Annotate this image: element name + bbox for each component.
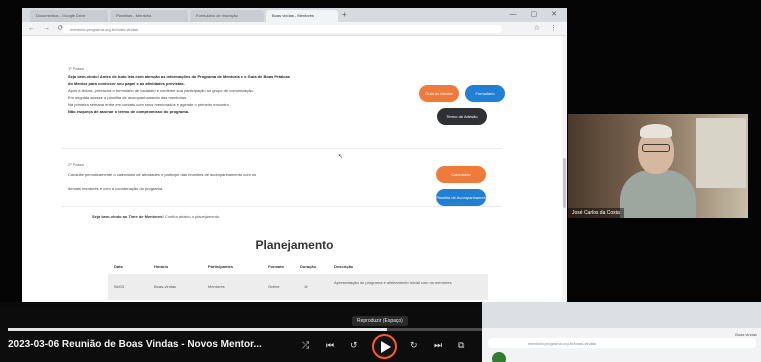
secondary-screen-preview: Boas vindas mentoria.programa.org.br/boa… bbox=[482, 302, 761, 362]
planning-heading: Planejamento bbox=[255, 238, 334, 252]
mouse-cursor-icon: ↖ bbox=[338, 154, 344, 160]
section-text: do Mentor para conhecer seu papel e as a… bbox=[68, 81, 185, 86]
table-cell: 06/03 bbox=[114, 284, 125, 289]
section-text: Após a leitura, preencha o formulário de… bbox=[68, 88, 254, 93]
section-text: Não esqueça de assinar o termo de compro… bbox=[68, 109, 190, 114]
previous-icon[interactable]: ⏮ bbox=[326, 339, 334, 351]
navigation-icons[interactable]: ← → ⟳ bbox=[28, 24, 67, 32]
mentor-guide-button[interactable]: Guia do Mentor bbox=[419, 85, 459, 102]
section-divider bbox=[62, 148, 502, 149]
calendar-button[interactable]: Calendário bbox=[436, 166, 486, 183]
table-header-cell: Descrição bbox=[334, 264, 354, 269]
preview-tab-bar bbox=[482, 302, 761, 328]
table-header-cell: Duração bbox=[300, 264, 317, 269]
section-title: 1º Passo bbox=[68, 66, 84, 71]
section-text: Em seguida acesse a planilha de acompanh… bbox=[68, 95, 188, 100]
play-button[interactable] bbox=[372, 334, 397, 359]
section-text: Consulte periodicamente o calendário de … bbox=[68, 172, 257, 177]
table-cell: Mentores bbox=[208, 284, 225, 289]
form-button[interactable]: Formulário bbox=[465, 85, 505, 102]
forward-icon[interactable]: ↻ bbox=[410, 339, 418, 351]
table-cell: 1h bbox=[304, 284, 309, 289]
table-header-cell: Participantes bbox=[208, 264, 234, 269]
browser-tab-bar: Documentos - Google Drive Planilhas - Me… bbox=[22, 8, 567, 22]
table-header-cell: Horário bbox=[154, 264, 169, 269]
preview-tab: Boas vindas bbox=[735, 332, 757, 337]
browser-tab[interactable]: Formulário de Inscrição bbox=[190, 10, 264, 22]
agreement-term-button[interactable]: Termo de Adesão bbox=[437, 108, 487, 125]
shuffle-icon[interactable]: ⤮ bbox=[302, 339, 309, 351]
participant-video-tile: José Carlos da Costa bbox=[568, 114, 748, 218]
participant-body bbox=[620, 170, 696, 218]
page-scrollbar-thumb[interactable] bbox=[563, 158, 566, 208]
browser-tab-active[interactable]: Boas vindas - Mentores bbox=[266, 10, 338, 22]
play-tooltip: Reproduzir (Espaço) bbox=[352, 316, 408, 326]
shared-screen: Documentos - Google Drive Planilhas - Me… bbox=[22, 8, 567, 302]
play-icon bbox=[381, 341, 391, 353]
section-text: demais mentores e com a coordenação do p… bbox=[68, 186, 164, 191]
preview-site-logo-icon bbox=[492, 352, 506, 362]
meeting-recording-player: Documentos - Google Drive Planilhas - Me… bbox=[0, 0, 761, 362]
table-cell: Boas-vindas bbox=[154, 284, 177, 289]
participant-hair bbox=[640, 124, 672, 138]
url-input[interactable]: mentoria.programa.org.br/boas-vindas bbox=[62, 25, 502, 33]
browser-address-bar: ← → ⟳ mentoria.programa.org.br/boas-vind… bbox=[22, 22, 567, 36]
cast-icon[interactable]: ⧉ bbox=[458, 339, 464, 351]
welcome-subline-bold: Seja bem-vindo ao Time de Mentores! bbox=[92, 214, 164, 219]
section-divider bbox=[62, 206, 502, 207]
progress-track[interactable] bbox=[8, 328, 482, 331]
table-row: 06/03 Boas-vindas Mentores Online 1h Apr… bbox=[108, 274, 488, 300]
table-header-cell: Formato bbox=[268, 264, 284, 269]
table-header: Data Horário Participantes Formato Duraç… bbox=[108, 260, 488, 272]
table-cell: Apresentação do programa e alinhamento i… bbox=[334, 280, 452, 285]
rewind-icon[interactable]: ↺ bbox=[350, 339, 358, 351]
table-header-cell: Data bbox=[114, 264, 123, 269]
welcome-subline: Seja bem-vindo ao Time de Mentores! Conf… bbox=[92, 214, 220, 219]
video-window-light bbox=[696, 118, 746, 188]
participant-name: José Carlos da Costa bbox=[568, 208, 624, 218]
new-tab-icon[interactable]: + bbox=[342, 10, 347, 20]
participant-glasses bbox=[642, 144, 670, 152]
web-page: 1º Passo Seja bem-vindo! Antes de tudo l… bbox=[22, 36, 567, 302]
playback-bar: 2023-03-06 Reunião de Boas Vindas - Novo… bbox=[0, 302, 482, 362]
window-controls-icon[interactable]: — ▢ ✕ bbox=[510, 10, 563, 18]
next-icon[interactable]: ⏭ bbox=[434, 339, 442, 351]
section-text: Na primeira semana entre em contato com … bbox=[68, 102, 231, 107]
welcome-subline-rest: Confira abaixo o planejamento. bbox=[164, 214, 221, 219]
browser-tab[interactable]: Documentos - Google Drive bbox=[30, 10, 108, 22]
progress-fill bbox=[8, 328, 388, 331]
tracking-sheet-button[interactable]: Planilha de Acompanhamento bbox=[436, 189, 486, 206]
bookmark-menu-icons[interactable]: ☆ ⋮ bbox=[534, 24, 561, 32]
section-title: 2º Passo bbox=[68, 162, 84, 167]
video-title: 2023-03-06 Reunião de Boas Vindas - Novo… bbox=[8, 339, 262, 350]
table-cell: Online bbox=[268, 284, 280, 289]
browser-tab[interactable]: Planilhas - Mentoria bbox=[110, 10, 188, 22]
section-text: Seja bem-vindo! Antes de tudo leia com a… bbox=[68, 74, 290, 79]
preview-address-bar: mentoria.programa.org.br/boas-vindas bbox=[488, 338, 756, 348]
